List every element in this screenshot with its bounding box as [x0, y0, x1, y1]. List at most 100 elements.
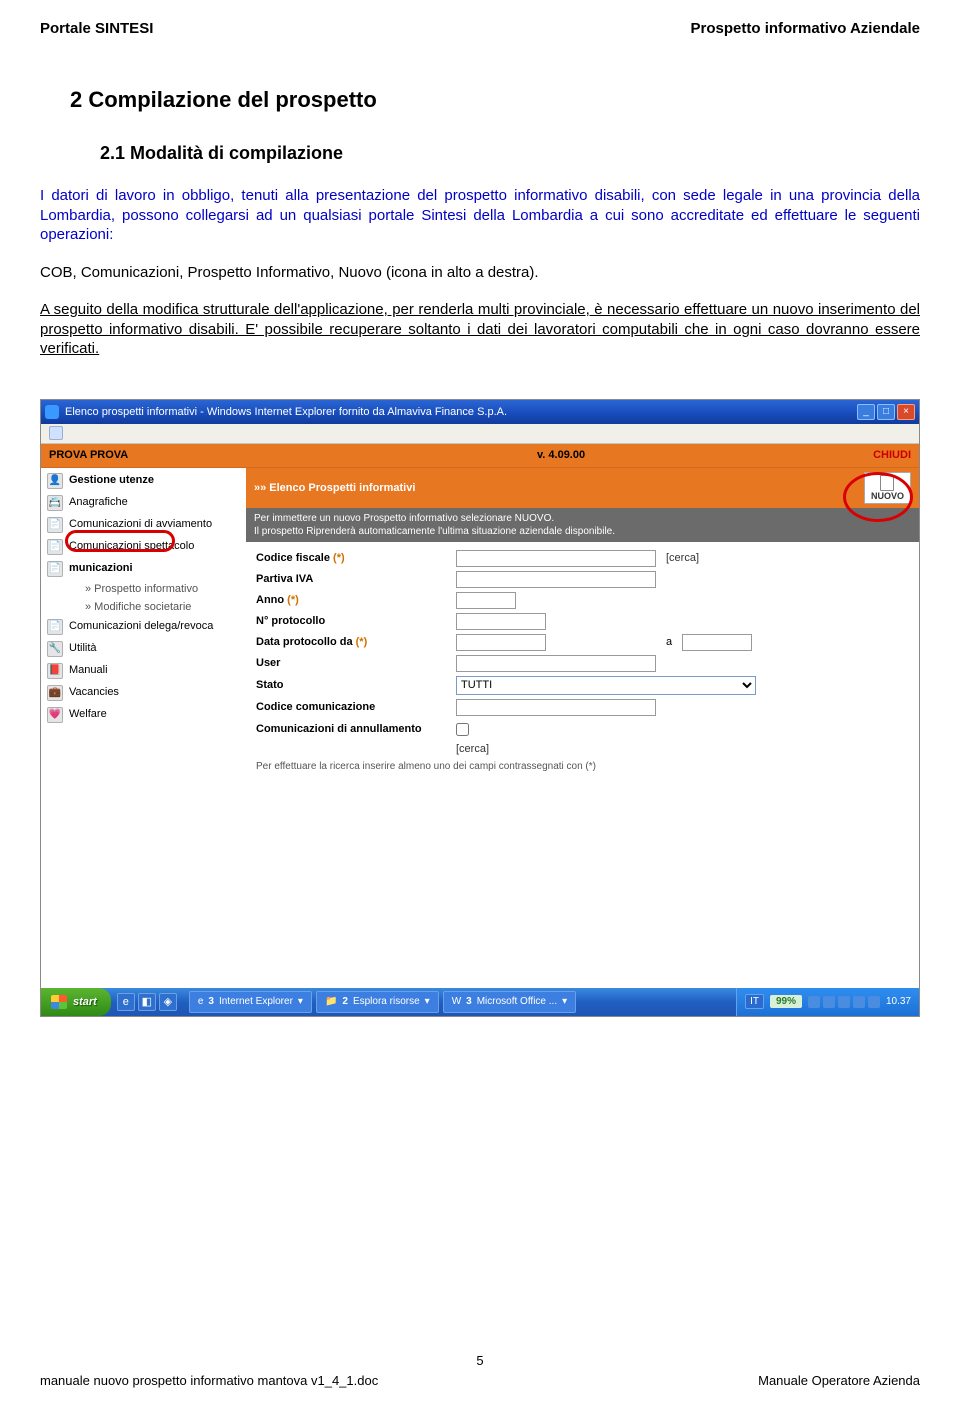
cerca-link[interactable]: [cerca]	[456, 743, 489, 755]
taskbar-tasks: e3Internet Explorer▾ 📁2Esplora risorse▾ …	[183, 991, 582, 1013]
doc-icon: 📄	[47, 619, 63, 635]
sidebar-item-comunicazioni[interactable]: 📄 municazioni	[41, 558, 246, 580]
clock[interactable]: 10.37	[886, 996, 911, 1007]
heart-icon: 💗	[47, 707, 63, 723]
tray-icon[interactable]	[838, 996, 850, 1008]
task-label: Internet Explorer	[219, 996, 293, 1007]
input-data-a[interactable]	[682, 634, 752, 651]
tray-icon[interactable]	[808, 996, 820, 1008]
start-button[interactable]: start	[41, 988, 111, 1016]
word-icon: W	[452, 996, 461, 1007]
search-form: Codice fiscale (*) [cerca] Partiva IVA A…	[246, 542, 919, 778]
toolbar-icon[interactable]	[49, 426, 63, 440]
input-user[interactable]	[456, 655, 656, 672]
lbl-stato: Stato	[256, 679, 456, 691]
app-top-bar: PROVA PROVA v. 4.09.00 CHIUDI	[41, 444, 919, 468]
sidebar: 👤 Gestione utenze 📇Anagrafiche 📄 Comunicaz…	[41, 468, 246, 988]
form-note: Per effettuare la ricerca inserire almen…	[256, 757, 909, 772]
section-title: 2 Compilazione del prospetto	[70, 87, 920, 113]
sidebar-item-vacancies[interactable]: 💼 Vacancies	[41, 682, 246, 704]
sidebar-item-label: Manuali	[69, 664, 108, 676]
ql-icon[interactable]: ◈	[159, 993, 177, 1011]
select-stato[interactable]: TUTTI	[456, 676, 756, 695]
input-data-da[interactable]	[456, 634, 546, 651]
tray-icon[interactable]	[823, 996, 835, 1008]
sidebar-sub-prospetto[interactable]: » Prospetto informativo	[41, 580, 246, 598]
version-label: v. 4.09.00	[249, 449, 873, 461]
minimize-button[interactable]: _	[857, 404, 875, 420]
task-office[interactable]: W3Microsoft Office ...▾	[443, 991, 576, 1013]
embedded-screenshot: Elenco prospetti informativi - Windows I…	[40, 399, 920, 1017]
intro-paragraph: I datori di lavoro in obbligo, tenuti al…	[40, 186, 920, 245]
tray-icon[interactable]	[868, 996, 880, 1008]
sidebar-item-anagrafiche[interactable]: 📇Anagrafiche	[41, 492, 246, 514]
input-partita-iva[interactable]	[456, 571, 656, 588]
doc-icon: 📄	[47, 561, 63, 577]
folder-icon: 📁	[325, 996, 337, 1007]
instruction-line: Il prospetto Riprenderà automaticamente …	[254, 525, 911, 538]
instruction-line: Per immettere un nuovo Prospetto informa…	[254, 512, 911, 525]
sidebar-item-label: Comunicazioni delega/revoca	[69, 620, 213, 632]
cob-paragraph: COB, Comunicazioni, Prospetto Informativ…	[40, 263, 920, 283]
lbl-codice-com: Codice comunicazione	[256, 701, 456, 713]
doc-icon: 📄	[47, 539, 63, 555]
lbl-com-annull: Comunicazioni di annullamento	[256, 723, 456, 735]
task-label: Microsoft Office ...	[477, 996, 557, 1007]
ie-icon	[45, 405, 59, 419]
sidebar-item-utilita[interactable]: 🔧Utilità	[41, 638, 246, 660]
page-number: 5	[0, 1353, 960, 1368]
input-codice-fiscale[interactable]	[456, 550, 656, 567]
user-label: PROVA PROVA	[49, 449, 249, 461]
windows-logo-icon	[51, 995, 67, 1009]
sidebar-item-label: Gestione utenze	[69, 474, 154, 486]
label-a: a	[666, 636, 672, 648]
main-header-text: »» Elenco Prospetti informativi	[254, 482, 415, 494]
close-button[interactable]: ×	[897, 404, 915, 420]
sidebar-item-label: municazioni	[69, 562, 133, 574]
ql-ie-icon[interactable]: e	[117, 993, 135, 1011]
chiudi-link[interactable]: CHIUDI	[873, 449, 911, 461]
chevron-down-icon: ▾	[562, 996, 567, 1007]
sidebar-item-gestione-utenze[interactable]: 👤 Gestione utenze	[41, 470, 246, 492]
sidebar-item-label: Welfare	[69, 708, 107, 720]
tray-icon[interactable]	[853, 996, 865, 1008]
briefcase-icon: 💼	[47, 685, 63, 701]
ie-icon: e	[198, 996, 204, 1007]
system-tray: IT 99% 10.37	[736, 988, 919, 1016]
page-footer: manuale nuovo prospetto informativo mant…	[40, 1373, 920, 1388]
subsection-title: 2.1 Modalità di compilazione	[100, 143, 920, 164]
sidebar-item-welfare[interactable]: 💗 Welfare	[41, 704, 246, 726]
windows-taskbar: start e ◧ ◈ e3Internet Explorer▾ 📁2Esplo…	[41, 988, 919, 1016]
underline-paragraph: A seguito della modifica strutturale del…	[40, 300, 920, 359]
main-panel: »» Elenco Prospetti informativi NUOVO Pe…	[246, 468, 919, 988]
sidebar-sub-modifiche[interactable]: » Modifiche societarie	[41, 598, 246, 616]
sidebar-item-label: Vacancies	[69, 686, 119, 698]
person-icon: 👤	[47, 473, 63, 489]
lbl-partita-iva: Partiva IVA	[256, 573, 456, 585]
sidebar-item-label: Utilità	[69, 642, 97, 654]
input-anno[interactable]	[456, 592, 516, 609]
tray-icons	[808, 996, 880, 1008]
battery-indicator[interactable]: 99%	[770, 995, 802, 1008]
window-titlebar[interactable]: Elenco prospetti informativi - Windows I…	[41, 400, 919, 424]
task-explorer[interactable]: 📁2Esplora risorse▾	[316, 991, 439, 1013]
footer-left: manuale nuovo prospetto informativo mant…	[40, 1373, 378, 1388]
cerca-link[interactable]: [cerca]	[666, 552, 699, 564]
checkbox-annullamento[interactable]	[456, 723, 469, 736]
sidebar-item-label: Comunicazioni di avviamento	[69, 518, 212, 530]
lbl-n-protocollo: N° protocollo	[256, 615, 456, 627]
maximize-button[interactable]: □	[877, 404, 895, 420]
lbl-anno: Anno (*)	[256, 594, 456, 606]
sidebar-item-label: Anagrafiche	[69, 496, 128, 508]
lbl-codice-fiscale: Codice fiscale (*)	[256, 552, 456, 564]
language-indicator[interactable]: IT	[745, 994, 764, 1009]
sidebar-item-manuali[interactable]: 📕 Manuali	[41, 660, 246, 682]
input-n-protocollo[interactable]	[456, 613, 546, 630]
red-callout-nuovo	[843, 472, 913, 522]
input-codice-com[interactable]	[456, 699, 656, 716]
header-right: Prospetto informativo Aziendale	[691, 20, 920, 37]
sidebar-item-delega[interactable]: 📄 Comunicazioni delega/revoca	[41, 616, 246, 638]
task-ie[interactable]: e3Internet Explorer▾	[189, 991, 312, 1013]
ql-icon[interactable]: ◧	[138, 993, 156, 1011]
book-icon: 📕	[47, 663, 63, 679]
